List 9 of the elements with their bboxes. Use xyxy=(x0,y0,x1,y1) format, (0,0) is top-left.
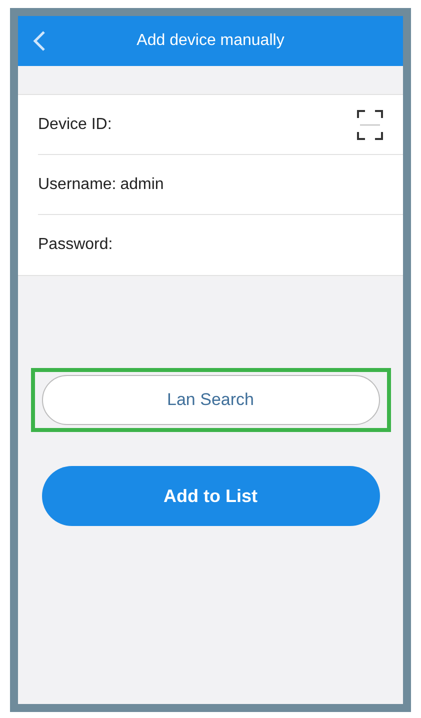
back-icon[interactable] xyxy=(32,30,46,52)
field-label: Username: xyxy=(38,174,116,194)
add-button[interactable]: Add to List xyxy=(42,466,380,526)
field-label: Device ID: xyxy=(38,114,112,134)
scan-icon[interactable] xyxy=(357,110,383,140)
window-title: Add device manually xyxy=(136,31,286,51)
lan-search-button[interactable]: Lan Search xyxy=(42,375,380,425)
input-field[interactable]: admin xyxy=(120,172,383,196)
field-label: Password: xyxy=(38,235,113,255)
